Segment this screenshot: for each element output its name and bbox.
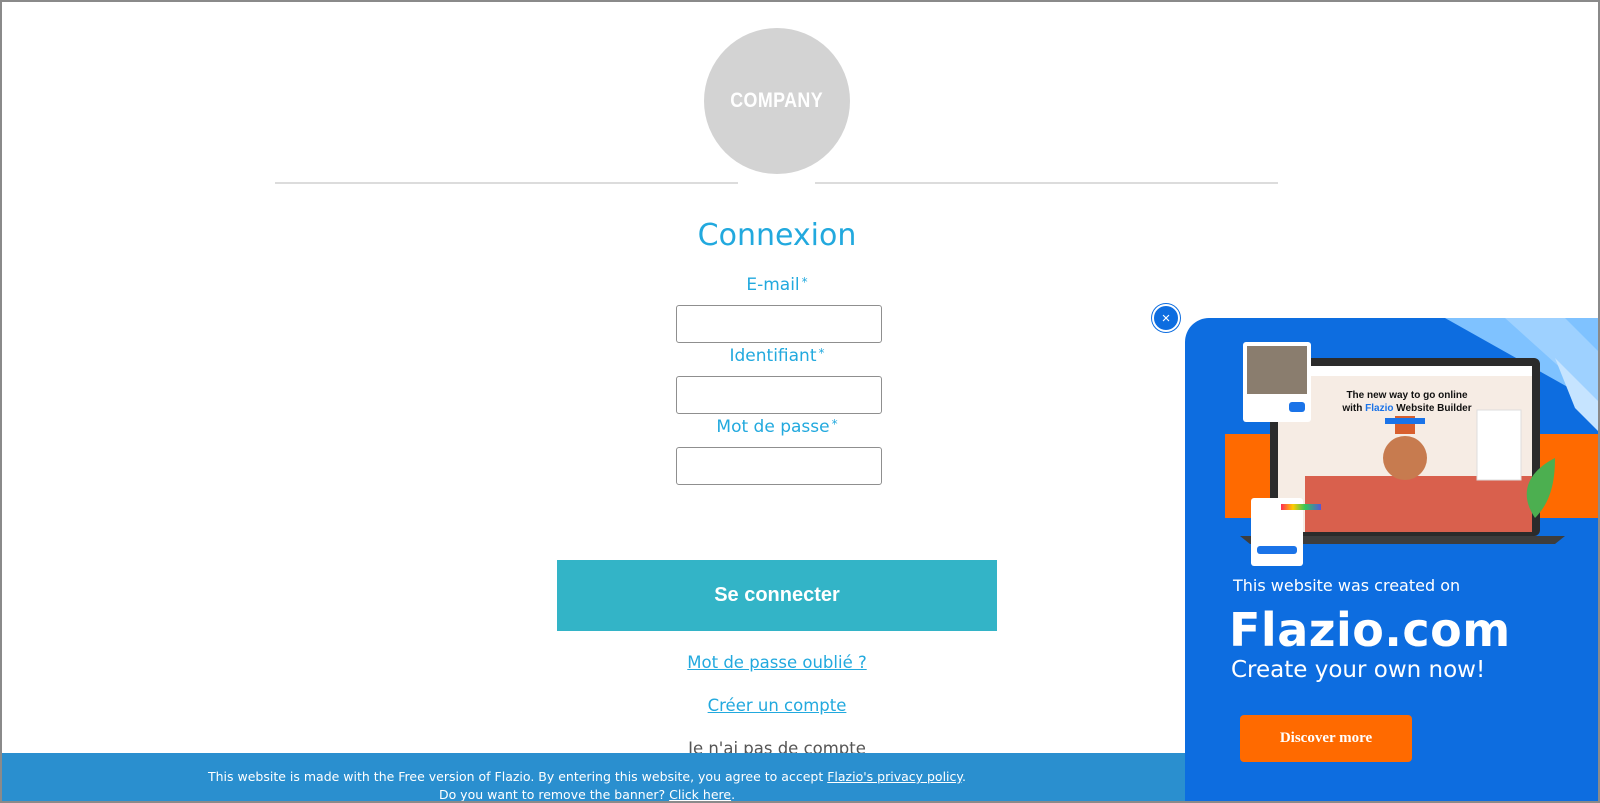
laptop-screen-red-block — [1385, 476, 1532, 532]
login-submit-button[interactable]: Se connecter — [557, 560, 997, 631]
mockup-headline-2-brand: Flazio — [1365, 403, 1393, 414]
company-logo-text: COMPANY — [730, 89, 824, 112]
username-label-text: Identifiant — [729, 346, 817, 366]
promo-cta-text: Create your own now! — [1231, 657, 1486, 683]
page-frame: COMPANY Connexion E-mail * Identifiant * M… — [0, 0, 1600, 803]
discover-more-button[interactable]: Discover more — [1240, 715, 1412, 762]
floating-card-button — [1289, 402, 1305, 412]
floating-card-bottom-button — [1257, 546, 1297, 554]
mockup-headline-2-pre: with — [1341, 403, 1365, 414]
screen-cta — [1385, 418, 1425, 424]
mockup-headline-2-post: Website Builder — [1393, 403, 1471, 414]
promo-brand: Flazio.com — [1229, 603, 1511, 657]
promo-close-button[interactable]: × — [1152, 304, 1180, 332]
mockup-headline-1: The new way to go online — [1346, 390, 1468, 401]
laptop-screen-nav — [1278, 366, 1532, 376]
close-icon: × — [1161, 309, 1171, 327]
password-field[interactable] — [676, 447, 882, 485]
email-label: E-mail * — [2, 275, 1552, 295]
promo-illustration: The new way to go online with Flazio Web… — [1225, 318, 1598, 566]
banner-line-1-end: . — [962, 769, 966, 784]
banner-line-1-text: This website is made with the Free versi… — [207, 769, 828, 784]
username-field[interactable] — [676, 376, 882, 414]
password-label-text: Mot de passe — [716, 417, 830, 437]
banner-line-2-end: . — [731, 787, 736, 802]
screen-person — [1383, 436, 1427, 480]
remove-banner-link[interactable]: Click here — [669, 787, 731, 801]
mockup-headline-2: with Flazio Website Builder — [1341, 403, 1471, 414]
promo-subtitle: This website was created on — [1233, 576, 1461, 595]
banner-line-2-text: Do you want to remove the banner? — [438, 787, 670, 802]
password-required-mark: * — [831, 417, 838, 431]
username-required-mark: * — [818, 346, 825, 360]
banner-line-2: Do you want to remove the banner? Click … — [2, 786, 1172, 802]
banner-line-1: This website is made with the Free versi… — [2, 768, 1172, 786]
color-picker-bar — [1281, 504, 1321, 510]
email-required-mark: * — [801, 275, 808, 289]
header-divider-left — [275, 182, 738, 184]
privacy-policy-link[interactable]: Flazio's privacy policy — [827, 769, 962, 784]
company-logo: COMPANY — [704, 28, 850, 174]
email-label-text: E-mail — [746, 275, 800, 295]
login-title: Connexion — [697, 218, 857, 253]
screen-panel — [1476, 409, 1522, 481]
floating-card-photo — [1247, 346, 1307, 394]
header-divider-right — [815, 182, 1278, 184]
flazio-promo-panel: The new way to go online with Flazio Web… — [1185, 318, 1598, 801]
email-field[interactable] — [676, 305, 882, 343]
